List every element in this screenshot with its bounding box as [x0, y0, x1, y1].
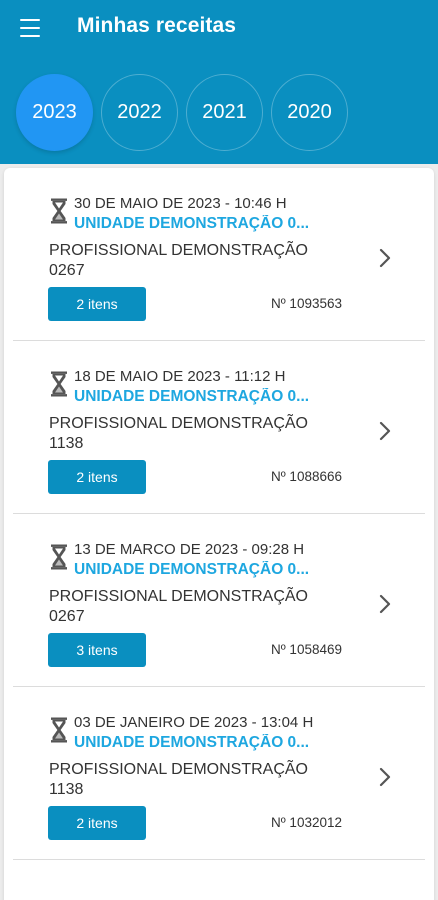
hourglass-icon [51, 717, 67, 743]
prescription-card[interactable]: 03 DE JANEIRO DE 2023 - 13:04 H UNIDADE … [4, 687, 434, 860]
hourglass-icon [51, 371, 67, 397]
year-tab-2021[interactable]: 2021 [186, 74, 263, 151]
items-button[interactable]: 2 itens [48, 287, 146, 321]
prescription-card[interactable]: 18 DE MAIO DE 2023 - 11:12 H UNIDADE DEM… [4, 341, 434, 514]
year-tab-2023[interactable]: 2023 [16, 74, 93, 151]
prescription-date: 18 DE MAIO DE 2023 - 11:12 H [74, 368, 286, 385]
page-title: Minhas receitas [77, 14, 237, 37]
items-button[interactable]: 3 itens [48, 633, 146, 667]
prescription-date: 13 DE MARCO DE 2023 - 09:28 H [74, 541, 305, 558]
prescription-list: 30 DE MAIO DE 2023 - 10:46 H UNIDADE DEM… [4, 168, 434, 900]
chevron-right-icon[interactable] [378, 248, 392, 268]
prescription-professional: PROFISSIONAL DEMONSTRAÇÃO 0267 [49, 242, 308, 279]
prescription-number: Nº 1088666 [271, 469, 342, 484]
chevron-right-icon[interactable] [378, 594, 392, 614]
items-button[interactable]: 2 itens [48, 460, 146, 494]
card-divider [13, 858, 425, 860]
hamburger-menu-icon[interactable] [20, 19, 40, 37]
prescription-number: Nº 1058469 [271, 642, 342, 657]
items-button[interactable]: 2 itens [48, 806, 146, 840]
prescription-card[interactable]: 30 DE MAIO DE 2023 - 10:46 H UNIDADE DEM… [4, 168, 434, 341]
prescription-date: 30 DE MAIO DE 2023 - 10:46 H [74, 195, 287, 212]
prescription-date: 03 DE JANEIRO DE 2023 - 13:04 H [74, 714, 314, 731]
top-bar: Minhas receitas [0, 0, 438, 58]
prescription-unit: UNIDADE DEMONSTRAÇÃO 0... [74, 561, 310, 578]
prescription-unit: UNIDADE DEMONSTRAÇÃO 0... [74, 388, 310, 405]
prescription-number: Nº 1093563 [271, 296, 342, 311]
prescription-unit: UNIDADE DEMONSTRAÇÃO 0... [74, 734, 310, 751]
header: Minhas receitas 2023 2022 2021 2020 [0, 0, 438, 164]
hourglass-icon [51, 544, 67, 570]
prescription-number: Nº 1032012 [271, 815, 342, 830]
prescription-unit: UNIDADE DEMONSTRAÇÃO 0... [74, 215, 310, 232]
year-selector: 2023 2022 2021 2020 [16, 74, 356, 151]
prescription-card[interactable]: 13 DE MARCO DE 2023 - 09:28 H UNIDADE DE… [4, 514, 434, 687]
prescription-professional: PROFISSIONAL DEMONSTRAÇÃO 0267 [49, 588, 308, 625]
year-tab-2020[interactable]: 2020 [271, 74, 348, 151]
hourglass-icon [51, 198, 67, 224]
app-root: Minhas receitas 2023 2022 2021 2020 30 D… [0, 0, 438, 900]
prescription-professional: PROFISSIONAL DEMONSTRAÇÃO 1138 [49, 761, 308, 798]
chevron-right-icon[interactable] [378, 421, 392, 441]
chevron-right-icon[interactable] [378, 767, 392, 787]
year-tab-2022[interactable]: 2022 [101, 74, 178, 151]
prescription-professional: PROFISSIONAL DEMONSTRAÇÃO 1138 [49, 415, 308, 452]
